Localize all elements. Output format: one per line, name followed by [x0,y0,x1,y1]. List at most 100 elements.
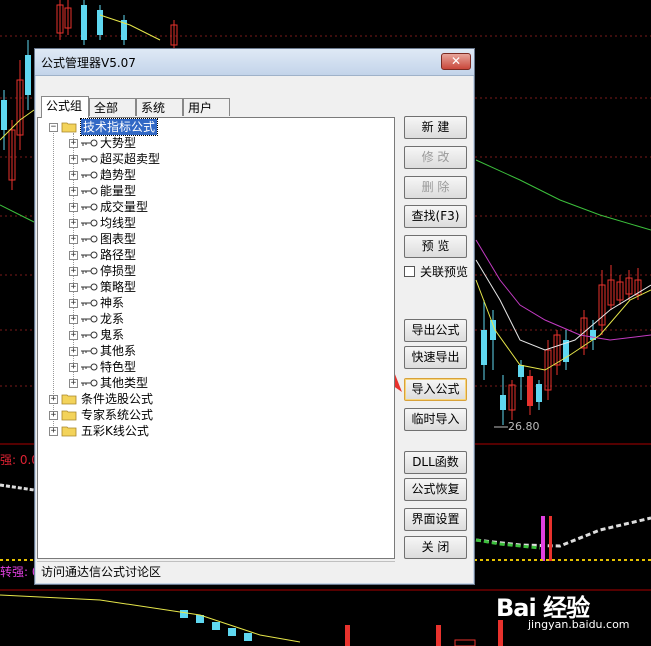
formula-tree[interactable]: − 技术指标公式 + 大势型 + 超买超卖型 + 趋势型 + 能量型 + 成交量… [37,117,395,559]
expand-toggle[interactable]: + [49,427,58,436]
dialog-title: 公式管理器V5.07 [41,56,136,70]
tree-label: 五彩K线公式 [81,424,149,438]
key-icon [81,315,98,323]
expand-toggle[interactable]: + [69,363,78,372]
tree-label: 其他类型 [100,376,149,390]
baidu-watermark: Bai 经验 jingyan.baidu.com [496,588,630,631]
tree-node-stock-screening[interactable]: + 条件选股公式 [38,391,388,407]
new-button[interactable]: 新 建 [404,116,467,139]
tree-label: 超买超卖型 [100,152,161,166]
tree-label: 趋势型 [100,168,137,182]
key-icon [81,139,98,147]
ui-settings-button[interactable]: 界面设置 [404,508,467,531]
tab-all[interactable]: 全部 [89,98,136,116]
tree-node-child[interactable]: + 均线型 [38,215,388,231]
dll-function-button[interactable]: DLL函数 [404,451,467,474]
preview-button[interactable]: 预 览 [404,235,467,258]
watermark-url: jingyan.baidu.com [528,618,630,631]
tree-node-child[interactable]: + 图表型 [38,231,388,247]
key-icon [81,379,98,387]
tree-label: 特色型 [100,360,137,374]
key-icon [81,331,98,339]
key-icon [81,347,98,355]
tree-node-color-kline[interactable]: + 五彩K线公式 [38,423,388,439]
tree-node-child[interactable]: + 神系 [38,295,388,311]
expand-toggle[interactable]: + [69,251,78,260]
tree-label: 策略型 [100,280,137,294]
tree-label: 成交量型 [100,200,149,214]
tree-label: 专家系统公式 [81,408,154,422]
expand-toggle[interactable]: + [69,155,78,164]
checkbox-box[interactable] [404,266,415,277]
key-icon [81,219,98,227]
folder-open-icon [61,122,77,133]
tree-node-child[interactable]: + 其他类型 [38,375,388,391]
expand-toggle[interactable]: + [49,395,58,404]
import-formula-button[interactable]: 导入公式 [404,378,467,401]
tree-node-child[interactable]: + 龙系 [38,311,388,327]
expand-toggle[interactable]: + [69,283,78,292]
expand-toggle[interactable]: + [69,219,78,228]
checkbox-label: 关联预览 [420,265,469,279]
tree-node-child[interactable]: + 特色型 [38,359,388,375]
tree-label: 技术指标公式 [79,118,159,136]
tree-node-child[interactable]: + 其他系 [38,343,388,359]
folder-icon [61,410,77,421]
expand-toggle[interactable]: + [69,379,78,388]
tree-node-child[interactable]: + 能量型 [38,183,388,199]
temp-import-button[interactable]: 临时导入 [404,408,467,431]
tab-user[interactable]: 用户 [183,98,230,116]
expand-toggle[interactable]: + [69,171,78,180]
folder-icon [61,426,77,437]
expand-toggle[interactable]: + [69,267,78,276]
formula-manager-dialog: 公式管理器V5.07 ✕ 公式组 全部 系统 用户 − 技术指标公式 + 大势型… [34,48,475,585]
tree-node-child[interactable]: + 成交量型 [38,199,388,215]
tab-system[interactable]: 系统 [136,98,183,116]
expand-toggle[interactable]: + [69,299,78,308]
export-formula-button[interactable]: 导出公式 [404,319,467,342]
tree-label: 其他系 [100,344,137,358]
expand-toggle[interactable]: + [69,347,78,356]
tree-node-child[interactable]: + 趋势型 [38,167,388,183]
close-button[interactable]: 关 闭 [404,536,467,559]
key-icon [81,155,98,163]
tree-label: 神系 [100,296,125,310]
forum-link[interactable]: 访问通达信公式讨论区 [37,561,395,582]
tab-formula-group[interactable]: 公式组 [41,96,89,118]
tree-node-child[interactable]: + 路径型 [38,247,388,263]
tree-node-child[interactable]: + 停损型 [38,263,388,279]
dialog-titlebar[interactable]: 公式管理器V5.07 ✕ [35,49,474,76]
key-icon [81,267,98,275]
find-button[interactable]: 查找(F3) [404,205,467,228]
expand-toggle[interactable]: + [69,235,78,244]
key-icon [81,299,98,307]
delete-button[interactable]: 删 除 [404,176,467,199]
tree-node-expert-system[interactable]: + 专家系统公式 [38,407,388,423]
tree-label: 路径型 [100,248,137,262]
key-icon [81,187,98,195]
tree-node-child[interactable]: + 大势型 [38,135,388,151]
tree-node-child[interactable]: + 策略型 [38,279,388,295]
tree-label: 大势型 [100,136,137,150]
key-icon [81,251,98,259]
tree-label: 均线型 [100,216,137,230]
tree-node-child[interactable]: + 鬼系 [38,327,388,343]
key-icon [81,235,98,243]
tree-node-technical-indicators[interactable]: − 技术指标公式 [38,118,388,136]
expand-toggle[interactable]: + [49,411,58,420]
modify-button[interactable]: 修 改 [404,146,467,169]
tree-label: 停损型 [100,264,137,278]
expand-toggle[interactable]: + [69,187,78,196]
expand-toggle[interactable]: + [69,331,78,340]
expand-toggle[interactable]: + [69,139,78,148]
expand-toggle[interactable]: + [69,203,78,212]
formula-restore-button[interactable]: 公式恢复 [404,478,467,501]
collapse-toggle[interactable]: − [49,123,58,132]
tree-label: 能量型 [100,184,137,198]
price-low-label: 26.80 [508,420,540,433]
tree-label: 龙系 [100,312,125,326]
close-window-button[interactable]: ✕ [441,53,471,70]
quick-export-button[interactable]: 快速导出 [404,346,467,369]
expand-toggle[interactable]: + [69,315,78,324]
tree-node-child[interactable]: + 超买超卖型 [38,151,388,167]
